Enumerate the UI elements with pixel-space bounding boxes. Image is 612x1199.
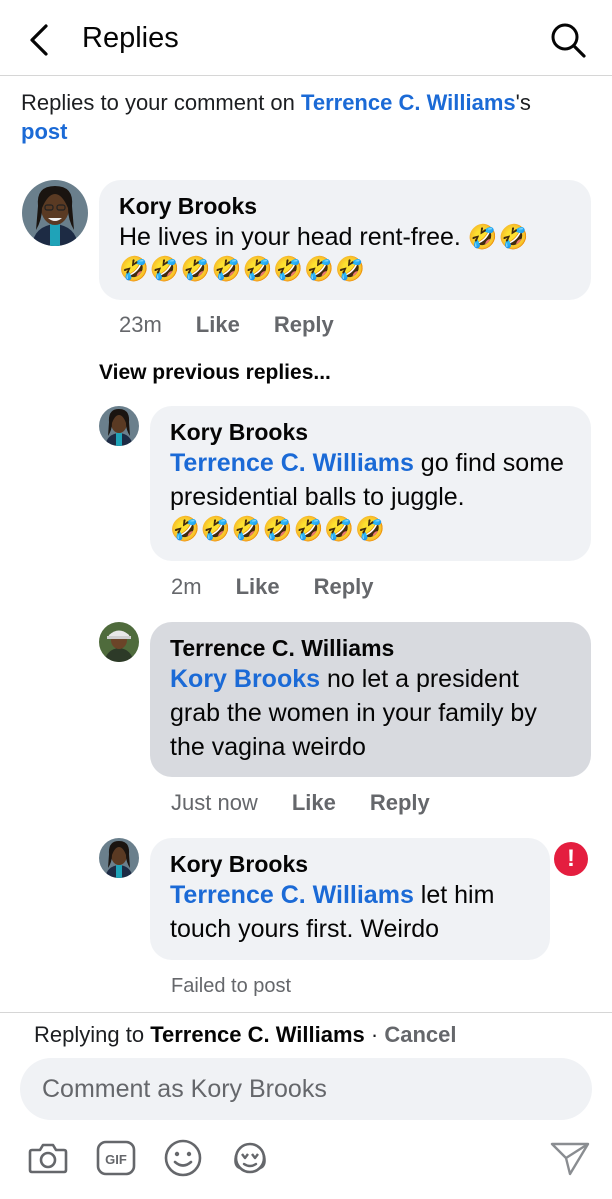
avatar[interactable] (99, 406, 139, 446)
avatar[interactable] (99, 838, 139, 878)
context-prefix: Replies to your comment on (21, 90, 302, 115)
avatar-kory-image (22, 180, 88, 246)
reply-button[interactable]: Reply (314, 574, 374, 600)
cancel-reply-button[interactable]: Cancel (384, 1022, 456, 1047)
reply-actions: 2m Like Reply (171, 574, 408, 600)
reply-button[interactable]: Reply (274, 312, 334, 338)
comment-text: He lives in your head rent-free. 🤣🤣 (119, 220, 571, 254)
replies-context: Replies to your comment on Terrence C. W… (21, 88, 591, 146)
search-icon (551, 23, 586, 58)
reply-timestamp: Just now (171, 790, 258, 815)
laughing-emoji-inline: 🤣🤣 (467, 224, 530, 251)
reply-bubble[interactable]: Kory Brooks Terrence C. Williams go find… (150, 406, 591, 561)
reply-bubble[interactable]: Kory Brooks Terrence C. Williams let him… (150, 838, 550, 960)
camera-icon (28, 1143, 68, 1174)
reply-author[interactable]: Terrence C. Williams (170, 634, 571, 662)
reply-bubble[interactable]: Terrence C. Williams Kory Brooks no let … (150, 622, 591, 777)
avatar-sticker-icon (234, 1142, 266, 1174)
comment-author[interactable]: Kory Brooks (119, 192, 571, 220)
send-icon (550, 1142, 590, 1176)
page-title: Replies (82, 22, 179, 54)
avatar-kory-image (99, 838, 139, 878)
replying-to-bar: Replying to Terrence C. Williams · Cance… (34, 1022, 457, 1048)
comment-text-body: He lives in your head rent-free. (119, 223, 461, 251)
like-button[interactable]: Like (292, 790, 336, 816)
reply-button[interactable]: Reply (370, 790, 430, 816)
top-bar: Replies (0, 0, 612, 76)
view-previous-replies-link[interactable]: View previous replies... (99, 361, 331, 385)
comment-timestamp: 23m (119, 312, 162, 337)
mention-link[interactable]: Kory Brooks (170, 665, 320, 693)
context-post-link[interactable]: post (21, 119, 67, 144)
reply-text: Terrence C. Williams let him touch yours… (170, 878, 530, 946)
back-button[interactable] (22, 20, 58, 60)
like-button[interactable]: Like (236, 574, 280, 600)
comment-bubble[interactable]: Kory Brooks He lives in your head rent-f… (99, 180, 591, 300)
chevron-left-icon (30, 24, 48, 56)
reply-actions: Just now Like Reply (171, 790, 464, 816)
gif-icon: GIF (96, 1140, 136, 1176)
emoji-button[interactable] (161, 1136, 205, 1180)
failed-to-post-status: Failed to post (171, 975, 292, 997)
reply-author[interactable]: Kory Brooks (170, 418, 571, 446)
search-button[interactable] (548, 20, 588, 60)
like-button[interactable]: Like (196, 312, 240, 338)
error-alert-icon[interactable]: ! (554, 842, 588, 876)
reply-text: Terrence C. Williams go find some presid… (170, 446, 571, 514)
context-author-link[interactable]: Terrence C. Williams (301, 90, 516, 115)
laughing-emoji-row: 🤣🤣🤣🤣🤣🤣🤣🤣 (119, 256, 367, 283)
replying-separator: · (364, 1022, 385, 1047)
avatar-sticker-button[interactable] (228, 1136, 272, 1180)
svg-text:GIF: GIF (105, 1152, 127, 1167)
context-suffix: 's (515, 90, 531, 115)
composer-divider (0, 1012, 612, 1013)
gif-button[interactable]: GIF (94, 1136, 138, 1180)
mention-link[interactable]: Terrence C. Williams (170, 881, 414, 909)
reply-text: Kory Brooks no let a president grab the … (170, 662, 571, 764)
avatar-kory-image (99, 406, 139, 446)
avatar-terrence-image (99, 622, 139, 662)
camera-button[interactable] (26, 1136, 70, 1180)
laughing-emoji-row: 🤣🤣🤣🤣🤣🤣🤣 (170, 516, 387, 543)
avatar[interactable] (99, 622, 139, 662)
comment-actions: 23m Like Reply (119, 312, 368, 338)
emoji-icon (164, 1139, 202, 1177)
replying-prefix: Replying to (34, 1022, 151, 1047)
send-button[interactable] (548, 1136, 592, 1180)
comment-input[interactable] (20, 1058, 592, 1120)
mention-link[interactable]: Terrence C. Williams (170, 449, 414, 477)
reply-author[interactable]: Kory Brooks (170, 850, 530, 878)
reply-timestamp: 2m (171, 574, 202, 599)
replying-to-name: Terrence C. Williams (150, 1022, 365, 1047)
avatar[interactable] (22, 180, 88, 246)
